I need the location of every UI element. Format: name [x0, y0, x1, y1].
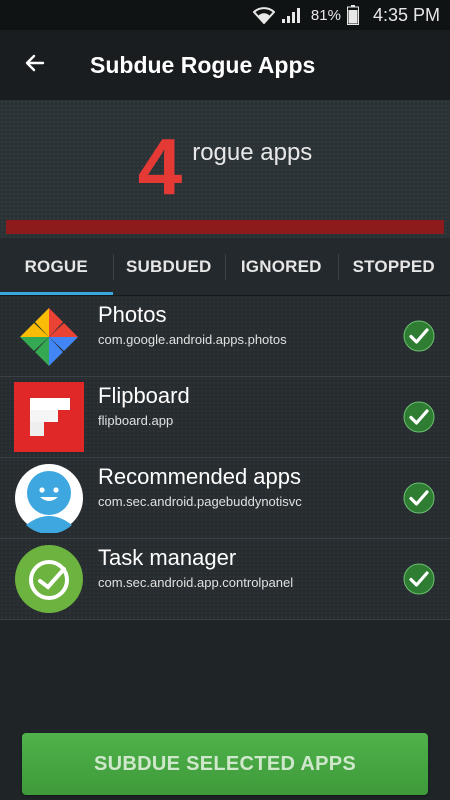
rogue-count: 4 [137, 122, 183, 211]
app-bar: Subdue Rogue Apps [0, 30, 450, 100]
wifi-icon [252, 6, 275, 24]
signal-icon [281, 6, 303, 24]
recommended-apps-icon [14, 463, 84, 534]
list-item[interactable]: Recommended apps com.sec.android.pagebud… [0, 458, 450, 539]
rogue-app-list: Photos com.google.android.apps.photos Fl… [0, 296, 450, 620]
subdue-selected-apps-button[interactable]: SUBDUE SELECTED APPS [22, 733, 428, 795]
list-item[interactable]: Photos com.google.android.apps.photos [0, 296, 450, 377]
checkmark-icon[interactable] [403, 482, 435, 514]
rogue-summary: 4 rogue apps [0, 100, 450, 238]
app-package: com.google.android.apps.photos [98, 332, 287, 347]
app-package: flipboard.app [98, 413, 174, 428]
status-bar: 81% 4:35 PM [0, 0, 450, 30]
app-name: Photos [98, 302, 167, 327]
battery-percent: 81% [310, 6, 341, 24]
tab-subdued[interactable]: SUBDUED [112, 238, 226, 295]
checkmark-icon[interactable] [403, 320, 435, 352]
app-name: Recommended apps [98, 464, 302, 489]
tab-rogue[interactable]: ROGUE [0, 238, 113, 295]
list-item[interactable]: Flipboard flipboard.app [0, 377, 450, 458]
photos-icon [14, 302, 84, 372]
tab-ignored[interactable]: IGNORED [225, 238, 338, 295]
app-package: com.sec.android.app.controlpanel [98, 575, 294, 590]
back-arrow-icon [23, 51, 47, 80]
tab-stopped[interactable]: STOPPED [337, 238, 450, 295]
checkmark-icon[interactable] [403, 563, 435, 595]
threat-level-bar [6, 220, 444, 234]
page-title: Subdue Rogue Apps [90, 51, 316, 78]
back-button[interactable] [0, 30, 70, 100]
flipboard-icon [14, 382, 84, 452]
rogue-label: rogue apps [192, 139, 313, 166]
app-name: Task manager [98, 545, 237, 570]
battery-icon [346, 5, 359, 25]
checkmark-icon[interactable] [403, 401, 435, 433]
task-manager-icon [14, 544, 84, 614]
app-name: Flipboard [98, 383, 190, 408]
list-item[interactable]: Task manager com.sec.android.app.control… [0, 539, 450, 620]
clock: 4:35 PM [372, 4, 440, 25]
tab-bar: ROGUE SUBDUED IGNORED STOPPED [0, 238, 450, 296]
app-package: com.sec.android.pagebuddynotisvc [98, 494, 302, 509]
